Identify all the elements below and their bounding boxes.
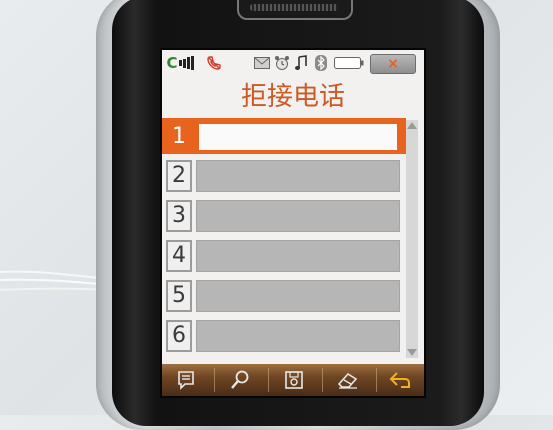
toolbar-divider — [376, 368, 377, 392]
number-field[interactable] — [196, 160, 400, 192]
back-button[interactable] — [378, 367, 422, 393]
row-index: 3 — [166, 200, 192, 232]
number-field[interactable] — [196, 320, 400, 352]
search-button[interactable] — [218, 367, 262, 393]
signal-bars-icon — [178, 55, 196, 71]
back-icon — [389, 372, 410, 388]
music-note-icon — [294, 55, 308, 71]
list-item[interactable]: 2 — [166, 158, 402, 192]
row-index: 4 — [166, 240, 192, 272]
row-index: 2 — [166, 160, 192, 192]
row-index: 6 — [166, 320, 192, 352]
close-button[interactable]: × — [370, 54, 416, 74]
list-item[interactable]: 1 — [166, 119, 402, 153]
number-field[interactable] — [196, 200, 400, 232]
number-field[interactable] — [196, 240, 400, 272]
list-item[interactable]: 6 — [166, 318, 402, 352]
number-field[interactable] — [196, 121, 400, 153]
battery-icon — [334, 55, 364, 71]
phone-screen: C × 拒接电话 1 2 3 4 5 6 — [162, 50, 424, 396]
number-field[interactable] — [196, 280, 400, 312]
scrollbar[interactable] — [406, 120, 418, 358]
toolbar-divider — [268, 368, 269, 392]
erase-icon — [337, 372, 358, 389]
options-icon — [178, 371, 194, 390]
scroll-down-icon[interactable] — [407, 349, 417, 356]
row-index: 1 — [166, 121, 192, 153]
search-icon — [231, 370, 249, 389]
erase-button[interactable] — [326, 367, 370, 393]
save-icon — [285, 371, 303, 389]
missed-call-icon — [206, 55, 222, 71]
toolbar-divider — [214, 368, 215, 392]
alarm-icon — [274, 55, 290, 71]
mail-icon — [254, 55, 270, 71]
bottom-toolbar — [162, 364, 424, 396]
network-type-label: C — [166, 54, 178, 72]
options-button[interactable] — [164, 367, 208, 393]
scroll-up-icon[interactable] — [407, 122, 417, 129]
list-item[interactable]: 4 — [166, 238, 402, 272]
toolbar-divider — [322, 368, 323, 392]
list-item[interactable]: 5 — [166, 278, 402, 312]
row-index: 5 — [166, 280, 192, 312]
bluetooth-icon — [314, 55, 328, 71]
page-title: 拒接电话 — [240, 82, 345, 112]
list-item[interactable]: 3 — [166, 198, 402, 232]
save-button[interactable] — [272, 367, 316, 393]
speaker-grill — [250, 4, 338, 11]
status-bar: C × — [162, 50, 424, 76]
